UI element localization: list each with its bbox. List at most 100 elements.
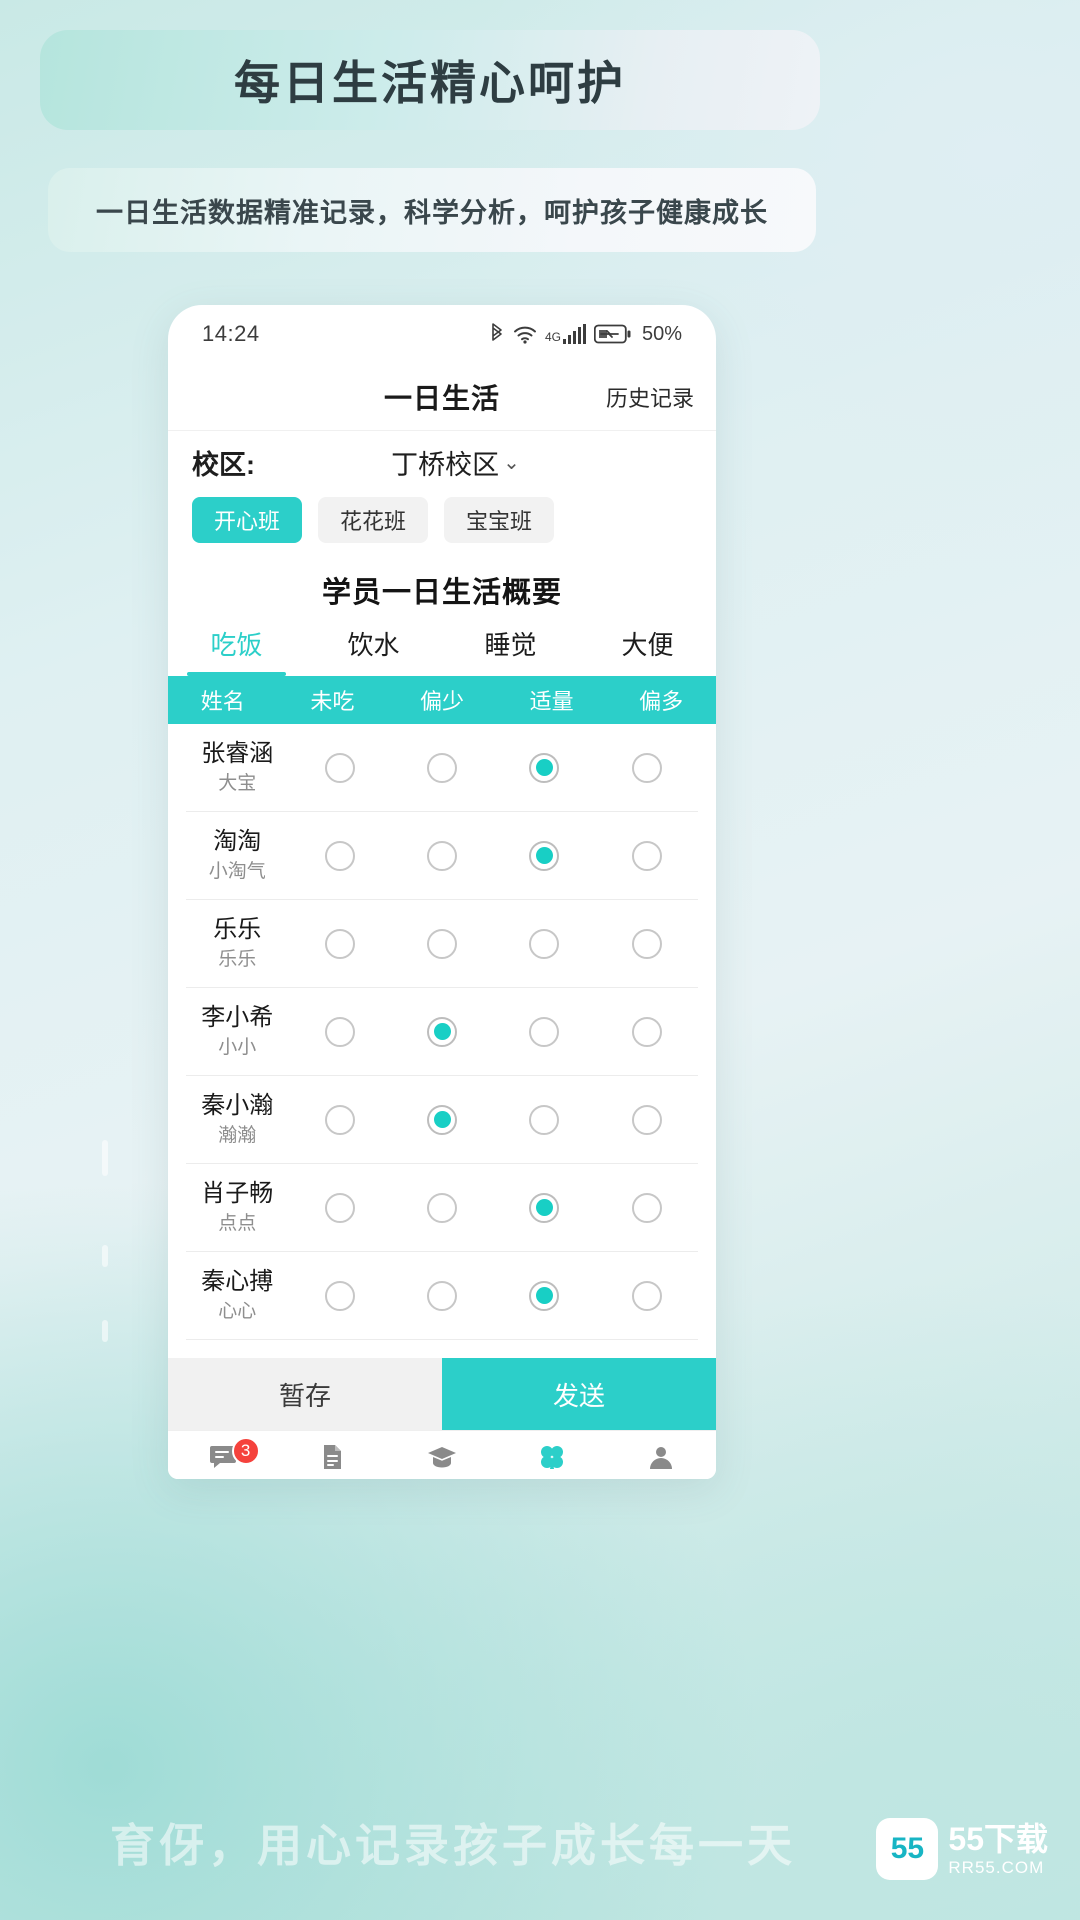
status-bar: 14:24 4G 50%: [168, 305, 716, 363]
option-cell[interactable]: [596, 1280, 698, 1311]
student-name: 肖子畅: [201, 1180, 274, 1208]
radio-button[interactable]: [324, 1104, 355, 1135]
option-cell[interactable]: [493, 1192, 595, 1223]
option-cell[interactable]: [391, 1016, 493, 1047]
save-draft-button[interactable]: 暂存: [168, 1358, 442, 1430]
radio-button[interactable]: [324, 1280, 355, 1311]
option-cell[interactable]: [493, 928, 595, 959]
radio-button[interactable]: [529, 1192, 560, 1223]
option-cell[interactable]: [288, 840, 390, 871]
tab-sleeping[interactable]: 睡觉: [442, 625, 579, 676]
campus-dropdown[interactable]: 丁桥校区 ⌄: [255, 443, 692, 482]
tabbar-label-daily-life: 一日生活: [514, 1476, 590, 1479]
option-cell[interactable]: [596, 1016, 698, 1047]
class-chip-baobao[interactable]: 宝宝班: [444, 497, 554, 543]
option-cell[interactable]: [391, 840, 493, 871]
option-cell[interactable]: [288, 1016, 390, 1047]
radio-button[interactable]: [427, 928, 458, 959]
action-button-bar: 暂存 发送: [168, 1358, 716, 1430]
send-button[interactable]: 发送: [442, 1358, 716, 1430]
radio-button[interactable]: [631, 1192, 662, 1223]
tab-drinking[interactable]: 饮水: [305, 625, 442, 676]
radio-button[interactable]: [324, 1192, 355, 1223]
tabbar-label-teacher: 教师: [642, 1475, 680, 1479]
radio-button[interactable]: [631, 1104, 662, 1135]
student-nickname: 小淘气: [208, 861, 266, 883]
tabbar-item-messages[interactable]: 3 消息: [168, 1431, 278, 1479]
table-row: 秦心搏 心心: [186, 1252, 698, 1340]
option-cell[interactable]: [596, 1192, 698, 1223]
radio-button[interactable]: [631, 752, 662, 783]
option-cell[interactable]: [493, 1016, 595, 1047]
campus-selector-row: 校区: 丁桥校区 ⌄: [168, 431, 716, 493]
tabbar-label-messages: 消息: [204, 1475, 242, 1479]
student-nickname: 心心: [218, 1301, 257, 1323]
radio-button[interactable]: [427, 840, 458, 871]
category-tab-group: 吃饭 饮水 睡觉 大便: [168, 625, 716, 676]
radio-button[interactable]: [324, 1016, 355, 1047]
radio-button[interactable]: [427, 1280, 458, 1311]
radio-button[interactable]: [631, 1280, 662, 1311]
radio-button[interactable]: [529, 840, 560, 871]
tabbar-item-my-students[interactable]: 我的学生: [387, 1431, 497, 1479]
wifi-icon: [512, 322, 538, 346]
status-icon-group: 4G 50%: [489, 322, 682, 346]
student-name-cell: 淘淘 小淘气: [186, 827, 288, 884]
option-cell[interactable]: [493, 1280, 595, 1311]
class-chip-huahua[interactable]: 花花班: [318, 497, 428, 543]
decor-tick-2: [102, 1245, 108, 1267]
history-record-button[interactable]: 历史记录: [606, 381, 694, 413]
radio-button[interactable]: [529, 1104, 560, 1135]
radio-button[interactable]: [427, 1192, 458, 1223]
radio-button[interactable]: [427, 752, 458, 783]
option-cell[interactable]: [596, 928, 698, 959]
table-row: 淘淘 小淘气: [186, 812, 698, 900]
option-cell[interactable]: [391, 1192, 493, 1223]
option-cell[interactable]: [493, 1104, 595, 1135]
radio-button[interactable]: [427, 1104, 458, 1135]
radio-button[interactable]: [631, 1016, 662, 1047]
option-cell[interactable]: [596, 752, 698, 783]
bluetooth-icon: [489, 322, 505, 346]
tab-eating[interactable]: 吃饭: [168, 625, 305, 676]
tabbar-item-teacher[interactable]: 教师: [606, 1431, 716, 1479]
column-header-name: 姓名: [200, 689, 245, 714]
option-cell[interactable]: [596, 840, 698, 871]
radio-button[interactable]: [324, 752, 355, 783]
column-header-noteat: 未吃: [310, 689, 355, 714]
radio-button[interactable]: [427, 1016, 458, 1047]
option-cell[interactable]: [288, 1192, 390, 1223]
option-cell[interactable]: [391, 1280, 493, 1311]
option-cell[interactable]: [288, 928, 390, 959]
promo-title-text: 每日生活精心呵护: [234, 57, 626, 109]
option-cell[interactable]: [391, 752, 493, 783]
battery-charging-icon: [593, 324, 632, 344]
radio-button[interactable]: [324, 840, 355, 871]
option-cell[interactable]: [391, 928, 493, 959]
radio-button[interactable]: [529, 1016, 560, 1047]
radio-button[interactable]: [529, 928, 560, 959]
tabbar-item-daily-life[interactable]: 一日生活: [497, 1431, 607, 1479]
option-cell[interactable]: [596, 1104, 698, 1135]
tab-toilet[interactable]: 大便: [579, 625, 716, 676]
tabbar-item-affairs[interactable]: 园务: [278, 1431, 388, 1479]
option-cell[interactable]: [391, 1104, 493, 1135]
status-time: 14:24: [202, 321, 260, 346]
chevron-down-icon: ⌄: [503, 451, 520, 474]
radio-button[interactable]: [324, 928, 355, 959]
student-name: 淘淘: [213, 828, 262, 856]
student-name: 秦小瀚: [201, 1092, 274, 1120]
class-chip-kaixin[interactable]: 开心班: [192, 497, 302, 543]
radio-button[interactable]: [529, 1280, 560, 1311]
radio-button[interactable]: [631, 928, 662, 959]
app-bar: 一日生活 历史记录: [168, 363, 716, 431]
option-cell[interactable]: [288, 752, 390, 783]
radio-button[interactable]: [631, 840, 662, 871]
option-cell[interactable]: [493, 840, 595, 871]
option-cell[interactable]: [493, 752, 595, 783]
option-cell[interactable]: [288, 1104, 390, 1135]
option-cell[interactable]: [288, 1280, 390, 1311]
student-nickname: 瀚瀚: [218, 1125, 257, 1147]
radio-button[interactable]: [529, 752, 560, 783]
clover-icon: [537, 1442, 567, 1472]
